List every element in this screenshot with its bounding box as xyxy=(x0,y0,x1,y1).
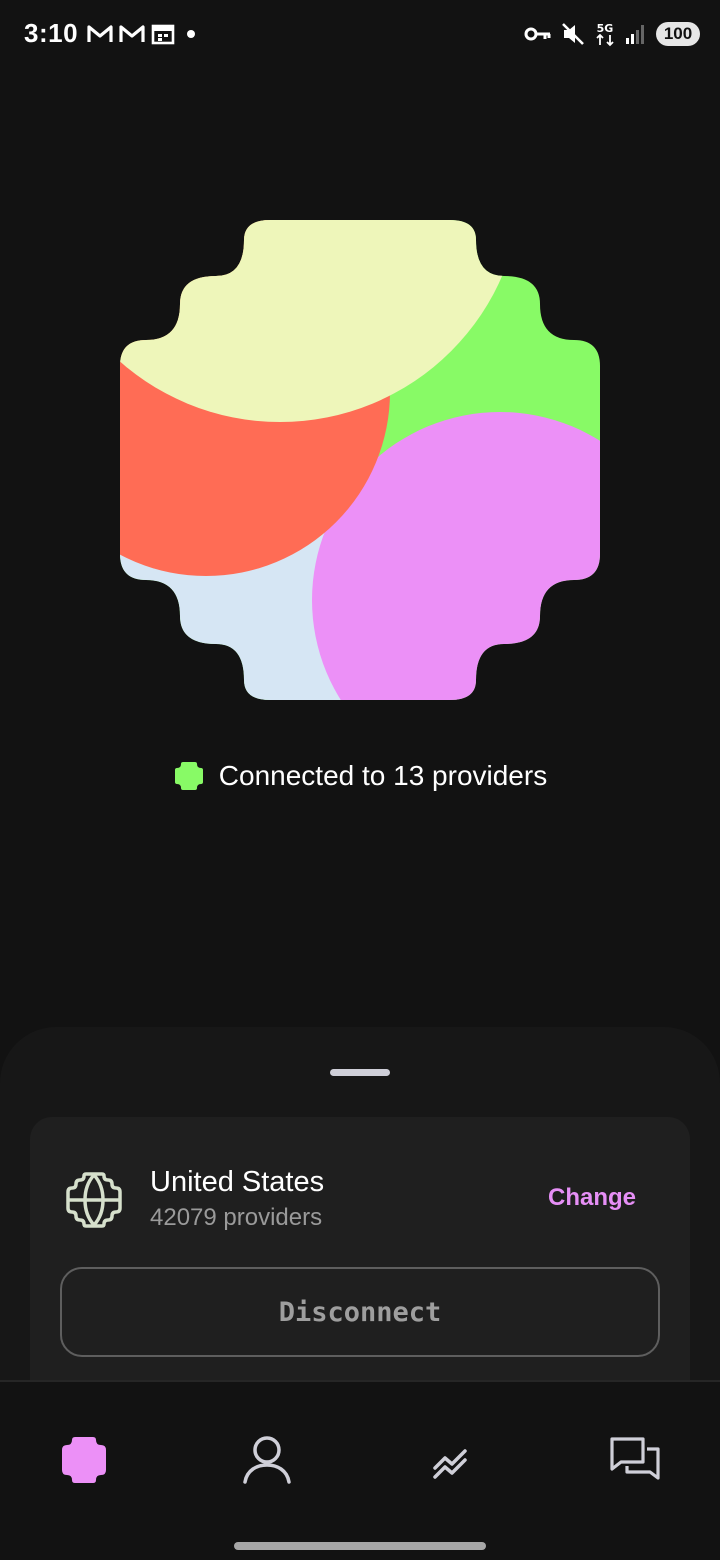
stats-icon xyxy=(433,1449,467,1479)
hero-flower-shape xyxy=(120,220,600,700)
status-left-icons xyxy=(86,20,202,48)
sheet-drag-handle[interactable] xyxy=(330,1069,390,1076)
signal-icon xyxy=(626,25,644,44)
chat-icon xyxy=(610,1437,660,1480)
gesture-navigation-bar[interactable] xyxy=(234,1542,486,1550)
nav-chat[interactable] xyxy=(607,1432,663,1488)
nav-home[interactable] xyxy=(56,1432,112,1488)
account-icon xyxy=(243,1436,291,1484)
svg-text:5G: 5G xyxy=(597,22,614,35)
5g-icon: 5G xyxy=(596,22,614,47)
vpn-key-icon xyxy=(524,27,551,41)
nav-stats[interactable] xyxy=(423,1432,479,1488)
connection-status: Connected to 13 providers xyxy=(0,760,720,792)
home-icon xyxy=(62,1437,106,1483)
mute-icon xyxy=(562,23,584,45)
gmail-icon xyxy=(119,25,145,42)
globe-icon xyxy=(66,1172,122,1228)
connected-indicator-icon xyxy=(174,762,203,790)
nav-account[interactable] xyxy=(239,1432,295,1488)
location-provider-count: 42079 providers xyxy=(150,1204,323,1231)
disconnect-button[interactable]: Disconnect xyxy=(60,1267,660,1357)
connection-status-text: Connected to 13 providers xyxy=(218,760,548,791)
gmail-icon xyxy=(87,25,113,42)
notification-dot-icon xyxy=(187,30,195,38)
calendar-icon xyxy=(151,24,175,45)
change-location-button[interactable]: Change xyxy=(530,1184,654,1212)
battery-indicator: 100 xyxy=(656,22,700,46)
connection-hero-graphic xyxy=(120,220,600,700)
location-name: United States xyxy=(150,1166,325,1198)
status-right-icons: 5G 100 xyxy=(524,20,700,48)
status-time: 3:10 xyxy=(24,18,79,48)
status-bar: 3:10 5G 100 xyxy=(0,0,720,70)
